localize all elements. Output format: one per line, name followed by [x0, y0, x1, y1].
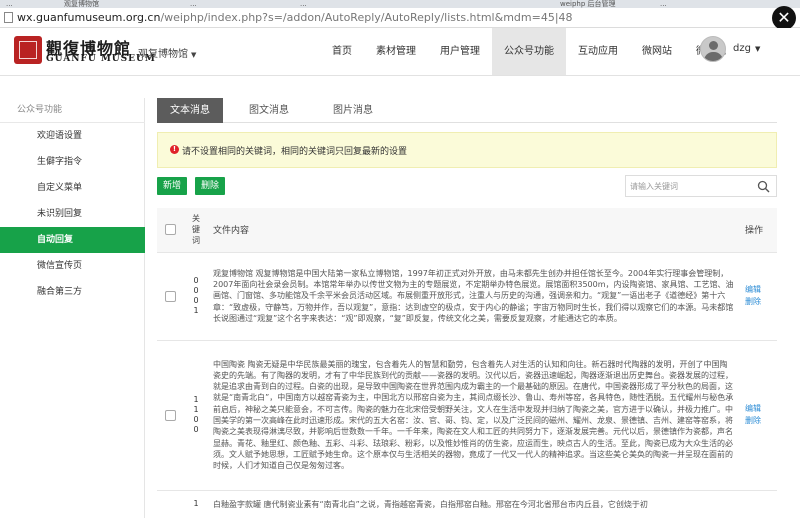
delete-button[interactable]: 删除: [195, 177, 226, 195]
museum-logo[interactable]: 觀復博物館 GUANFU MUSEUM: [14, 36, 155, 66]
row-operations: 编辑 删除: [741, 340, 777, 491]
browser-tab[interactable]: ...: [190, 0, 230, 8]
nav-materials[interactable]: 素材管理: [364, 28, 428, 75]
search-icon[interactable]: [757, 180, 770, 193]
avatar[interactable]: [700, 36, 726, 62]
row-content: 中国陶瓷 陶瓷无疑是中华民族最美丽的瑰宝，包含着先人的智慧和勤劳，包含着先人对生…: [207, 340, 741, 491]
row-content: 观复博物馆 观复博物馆是中国大陆第一家私立博物馆，1997年初正式对外开放，由马…: [207, 252, 741, 341]
table-row: 0 0 0 1 观复博物馆 观复博物馆是中国大陆第一家私立博物馆，1997年初正…: [157, 252, 777, 341]
header-keyword-label: 关键词: [192, 214, 200, 246]
page-icon: [4, 12, 13, 23]
message-type-tabs: 文本消息 图文消息 图片消息: [157, 98, 777, 123]
account-selector[interactable]: 观复博物馆 ▼: [138, 45, 196, 60]
row-keyword: 1: [185, 490, 207, 518]
sidebar-item-rare-chars[interactable]: 生僻字指令: [0, 149, 145, 175]
browser-tab[interactable]: ...: [300, 0, 340, 8]
delete-link[interactable]: 删除: [745, 296, 777, 308]
row-checkbox-cell: [157, 340, 185, 491]
sidebar-item-third-party[interactable]: 融合第三方: [0, 279, 145, 305]
account-name: 观复博物馆: [138, 49, 188, 60]
browser-tab[interactable]: weiphp 后台管理: [560, 0, 650, 8]
sidebar-item-promo-page[interactable]: 微信宣传页: [0, 253, 145, 279]
search-box: [625, 175, 777, 197]
row-operations: [741, 490, 777, 518]
auto-reply-table: 关键词 文件内容 操作 0 0 0 1 观复博物馆 观复博物馆是中国大陆第一家私…: [157, 208, 777, 518]
header-keyword: 关键词: [185, 208, 207, 253]
seal-icon: [14, 36, 42, 64]
delete-link[interactable]: 删除: [745, 415, 777, 427]
url-host: wx.guanfumuseum.org.cn: [17, 11, 161, 24]
browser-tab[interactable]: ...: [660, 0, 720, 8]
tab-image-message[interactable]: 图片消息: [317, 98, 389, 123]
search-input[interactable]: [630, 179, 754, 193]
address-bar[interactable]: wx.guanfumuseum.org.cn/weiphp/index.php?…: [0, 8, 800, 28]
header-checkbox-cell: [157, 208, 185, 253]
sidebar-menu: 欢迎语设置 生僻字指令 自定义菜单 未识别回复 自动回复 微信宣传页 融合第三方: [0, 123, 145, 305]
caret-down-icon: ▼: [191, 51, 197, 59]
edit-link[interactable]: 编辑: [745, 284, 777, 296]
list-toolbar: 新增 删除: [157, 175, 777, 197]
alert-text: 请不设置相同的关键词，相同的关键词只回复最新的设置: [182, 147, 408, 157]
main-nav: 首页 素材管理 用户管理 公众号功能 互动应用 微网站 微商城: [320, 28, 738, 75]
browser-tab[interactable]: 观复博物馆: [64, 0, 124, 8]
sidebar-title: 公众号功能: [0, 98, 145, 123]
browser-tab-strip: ... 观复博物馆 ... ... weiphp 后台管理 ...: [0, 0, 800, 8]
url-path: /weiphp/index.php?s=/addon/AutoReply/Aut…: [160, 11, 573, 24]
sidebar-item-custom-menu[interactable]: 自定义菜单: [0, 175, 145, 201]
row-checkbox[interactable]: [165, 409, 176, 421]
row-checkbox[interactable]: [165, 290, 176, 302]
table-header-row: 关键词 文件内容 操作: [157, 208, 777, 253]
nav-official-account[interactable]: 公众号功能: [492, 28, 566, 75]
table-row: 1 白釉盈字款罐 唐代制瓷业素有“南青北白”之说，青指越窑青瓷，白指邢窑白釉。邢…: [157, 490, 777, 518]
username: dzg: [733, 43, 751, 54]
nav-home[interactable]: 首页: [320, 28, 364, 75]
sidebar: 公众号功能 欢迎语设置 生僻字指令 自定义菜单 未识别回复 自动回复 微信宣传页…: [0, 98, 145, 518]
info-icon: !: [170, 145, 179, 154]
sidebar-item-unrecognized-reply[interactable]: 未识别回复: [0, 201, 145, 227]
add-button[interactable]: 新增: [157, 177, 188, 195]
edit-link[interactable]: 编辑: [745, 403, 777, 415]
browser-tab[interactable]: ...: [6, 0, 46, 8]
notice-alert: ! 请不设置相同的关键词，相同的关键词只回复最新的设置: [157, 132, 777, 168]
tab-news-message[interactable]: 图文消息: [233, 98, 305, 123]
row-content: 白釉盈字款罐 唐代制瓷业素有“南青北白”之说，青指越窑青瓷，白指邢窑白釉。邢窑在…: [207, 490, 741, 518]
nav-interactive-apps[interactable]: 互动应用: [566, 28, 630, 75]
url-text[interactable]: wx.guanfumuseum.org.cn/weiphp/index.php?…: [17, 11, 573, 25]
row-checkbox-cell: [157, 252, 185, 341]
select-all-checkbox[interactable]: [165, 224, 176, 236]
nav-users[interactable]: 用户管理: [428, 28, 492, 75]
nav-micro-site[interactable]: 微网站: [630, 28, 684, 75]
row-keyword: 1 1 0 0: [185, 340, 207, 491]
sidebar-item-welcome[interactable]: 欢迎语设置: [0, 123, 145, 149]
sidebar-item-auto-reply[interactable]: 自动回复: [0, 227, 145, 253]
tab-text-message[interactable]: 文本消息: [157, 98, 223, 123]
top-navbar: 觀復博物館 GUANFU MUSEUM 观复博物馆 ▼ 首页 素材管理 用户管理 …: [0, 28, 800, 76]
row-checkbox-cell: [157, 490, 185, 518]
row-keyword: 0 0 0 1: [185, 252, 207, 341]
caret-down-icon: ▼: [755, 45, 761, 53]
header-content: 文件内容: [207, 208, 741, 253]
table-row: 1 1 0 0 中国陶瓷 陶瓷无疑是中华民族最美丽的瑰宝，包含着先人的智慧和勤劳…: [157, 340, 777, 491]
row-operations: 编辑 删除: [741, 252, 777, 341]
header-operations: 操作: [741, 208, 777, 253]
close-icon[interactable]: ✕: [772, 6, 796, 30]
